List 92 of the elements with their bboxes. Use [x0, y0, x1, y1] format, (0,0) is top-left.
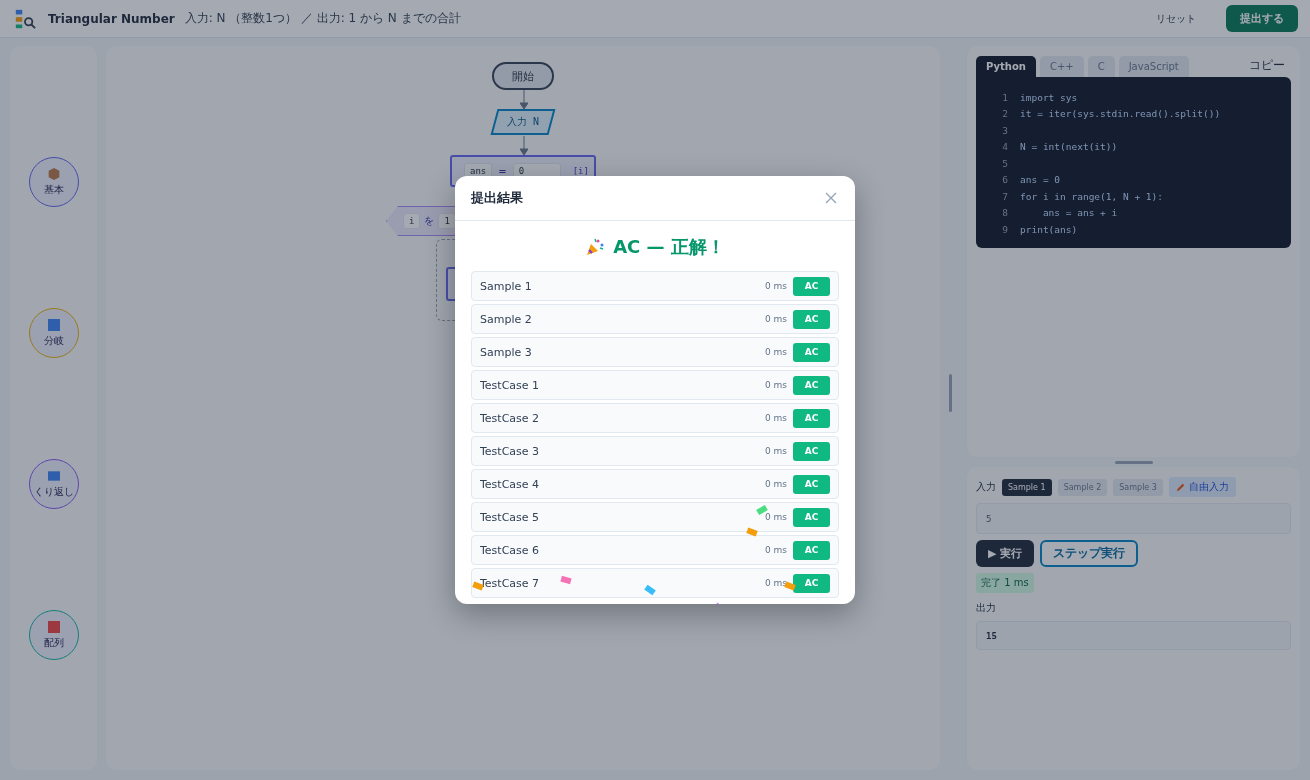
run-time: 0 ms — [764, 281, 787, 291]
close-button[interactable] — [823, 190, 839, 206]
confetti-piece — [644, 584, 656, 596]
line-number: 6 — [1001, 174, 1009, 186]
palette-category[interactable]: くり返し — [28, 458, 79, 509]
input-node[interactable]: 入力 N — [490, 109, 556, 135]
block-icon — [45, 619, 62, 635]
line-number: 2 — [1001, 108, 1009, 120]
start-node[interactable]: 開始 — [492, 62, 554, 90]
line-number: 7 — [1001, 190, 1009, 202]
run-time: 0 ms — [764, 512, 787, 522]
code-line: it = iter(sys.stdin.read().split()) — [1020, 108, 1221, 120]
loop-particle: を — [424, 214, 435, 228]
confetti-piece — [560, 575, 572, 585]
verdict-badge: AC — [793, 441, 830, 461]
pencil-icon — [1175, 482, 1186, 492]
run-time: 0 ms — [764, 545, 787, 555]
reset-button[interactable]: リセット — [1150, 10, 1202, 27]
index-toggle[interactable]: [i] — [572, 166, 589, 176]
test-name: TestCase 1 — [480, 378, 540, 392]
code-line: ans = 0 — [1020, 174, 1061, 186]
run-time: 0 ms — [764, 578, 787, 588]
code-line: import sys — [1020, 91, 1078, 103]
test-name: Sample 2 — [480, 312, 532, 326]
verdict-badge: AC — [793, 309, 830, 329]
flowchart-search-icon — [14, 7, 36, 30]
verdict-badge: AC — [793, 507, 830, 527]
block-icon — [45, 468, 62, 484]
output-field: 15 — [976, 621, 1291, 650]
language-tab[interactable]: C — [1087, 56, 1115, 77]
input-field[interactable]: 5 — [976, 503, 1291, 534]
test-name: TestCase 6 — [480, 543, 540, 557]
copy-button[interactable]: コピー — [1243, 56, 1291, 75]
confetti-piece — [746, 527, 758, 537]
test-name: TestCase 7 — [480, 576, 540, 590]
run-time: 0 ms — [764, 314, 787, 324]
line-number: 9 — [1001, 223, 1009, 235]
status-badge: 完了 1 ms — [976, 573, 1034, 593]
equals-sign: = — [498, 165, 507, 177]
line-number: 4 — [1001, 141, 1009, 153]
verdict-badge: AC — [793, 540, 830, 560]
run-time: 0 ms — [764, 446, 787, 456]
verdict-badge: AC — [793, 342, 830, 362]
test-name: TestCase 3 — [480, 444, 540, 458]
code-line: ans = ans + i — [1041, 207, 1118, 219]
step-run-button[interactable]: ステップ実行 — [1040, 540, 1139, 567]
loop-start-field[interactable]: 1 — [438, 213, 456, 229]
test-name: TestCase 2 — [480, 411, 540, 425]
submit-button[interactable]: 提出する — [1226, 5, 1298, 32]
connector-arrow — [520, 90, 528, 110]
run-time: 0 ms — [764, 479, 787, 489]
test-name: TestCase 4 — [480, 477, 540, 491]
problem-summary: 入力: N （整数1つ） ／ 出力: 1 から N までの合計 — [184, 10, 461, 27]
palette-category[interactable]: 配列 — [28, 609, 79, 660]
resize-handle[interactable] — [949, 374, 952, 412]
line-number: 8 — [1001, 207, 1009, 219]
code-line: N = int(next(it)) — [1020, 141, 1118, 153]
code-line: for i in range(1, N + 1): — [1020, 190, 1163, 202]
run-button[interactable]: ▶ 実行 — [976, 540, 1035, 567]
verdict-badge: AC — [793, 573, 830, 593]
free-input-button[interactable]: 自由入力 — [1168, 477, 1236, 497]
result-heading: AC — 正解！ — [613, 235, 725, 259]
palette-category[interactable]: 分岐 — [28, 307, 79, 358]
party-popper-icon — [585, 237, 606, 257]
sample-tab[interactable]: Sample 3 — [1113, 478, 1163, 496]
connector-arrow — [520, 136, 528, 156]
verdict-badge: AC — [793, 408, 830, 428]
problem-title: Triangular Number — [48, 11, 175, 26]
sample-tab[interactable]: Sample 2 — [1057, 478, 1108, 496]
test-name: Sample 1 — [480, 279, 532, 293]
palette-category[interactable]: 基本 — [28, 156, 79, 207]
block-icon — [45, 317, 62, 333]
verdict-badge: AC — [793, 276, 830, 296]
dialog-title: 提出結果 — [471, 189, 523, 207]
test-name: Sample 3 — [480, 345, 532, 359]
output-label: 出力 — [976, 601, 997, 615]
run-time: 0 ms — [764, 380, 787, 390]
code-line: print(ans) — [1020, 223, 1078, 235]
verdict-badge: AC — [793, 474, 830, 494]
input-label: 入力 — [976, 480, 996, 494]
line-number: 3 — [1001, 124, 1009, 136]
loop-variable-field[interactable]: i — [403, 213, 421, 229]
sample-tab[interactable]: Sample 1 — [1002, 478, 1052, 496]
run-time: 0 ms — [764, 413, 787, 423]
run-time: 0 ms — [764, 347, 787, 357]
language-tab[interactable]: Python — [976, 56, 1036, 77]
line-number: 1 — [1001, 91, 1009, 103]
language-tab[interactable]: JavaScript — [1118, 56, 1189, 77]
verdict-badge: AC — [793, 375, 830, 395]
test-name: TestCase 5 — [480, 510, 540, 524]
resize-handle[interactable] — [1114, 461, 1153, 464]
line-number: 5 — [1001, 157, 1009, 169]
